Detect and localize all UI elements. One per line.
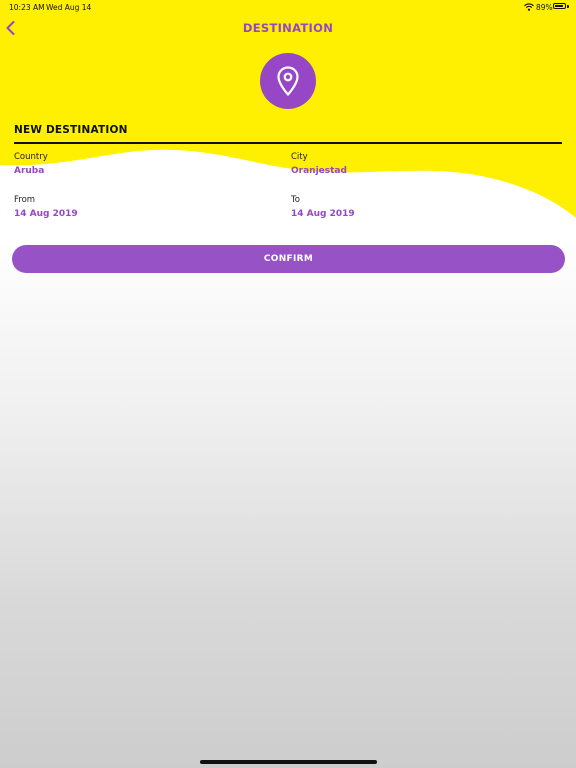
location-badge [260,53,316,109]
country-label: Country [14,152,48,162]
battery-icon [553,3,566,9]
country-field[interactable]: Aruba [14,166,44,176]
battery-percent: 89% [536,3,553,12]
nav-bar: DESTINATION [0,14,576,44]
from-label: From [14,195,36,205]
from-date-field[interactable]: 14 Aug 2019 [14,209,78,219]
section-title: NEW DESTINATION [14,124,128,136]
status-time: 10:23 AM [9,3,45,12]
city-field[interactable]: Oranjestad [291,166,347,176]
confirm-button[interactable]: CONFIRM [12,245,565,273]
section-divider [14,142,562,144]
map-pin-icon [277,66,299,96]
wifi-icon [524,3,534,11]
battery-fill [555,5,563,7]
battery-cap [567,5,569,8]
status-date: Wed Aug 14 [46,3,92,12]
city-label: City [291,152,308,162]
to-date-field[interactable]: 14 Aug 2019 [291,209,355,219]
page-title: DESTINATION [242,21,334,35]
status-bar: 10:23 AM Wed Aug 14 89% [0,0,576,14]
to-label: To [291,195,300,205]
home-indicator [200,760,377,764]
